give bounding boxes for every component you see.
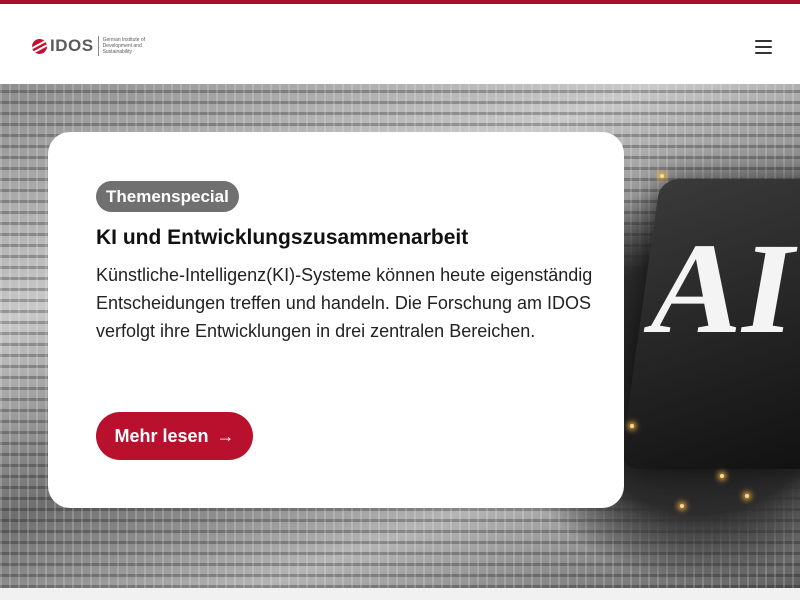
card-title: KI und Entwicklungszusammenarbeit bbox=[96, 226, 469, 249]
topic-badge: Themenspecial bbox=[96, 181, 239, 212]
hamburger-menu-icon[interactable] bbox=[752, 36, 774, 56]
circuit-light bbox=[680, 504, 684, 508]
ai-chip-label: AI bbox=[637, 217, 800, 361]
circuit-light bbox=[660, 174, 664, 178]
site-header: IDOS German Institute of Development and… bbox=[0, 4, 800, 84]
arrow-right-icon: → bbox=[216, 425, 235, 446]
page-bottom-strip bbox=[0, 588, 800, 600]
circuit-light bbox=[720, 474, 724, 478]
logo-text: IDOS bbox=[50, 36, 94, 55]
idos-logo-mark-icon bbox=[32, 38, 47, 54]
idos-logo[interactable]: IDOS German Institute of Development and… bbox=[32, 35, 155, 57]
read-more-button[interactable]: Mehr lesen → bbox=[96, 412, 253, 460]
read-more-label: Mehr lesen bbox=[114, 425, 209, 446]
logo-subtitle: German Institute of Development and Sust… bbox=[102, 37, 146, 55]
circuit-light bbox=[745, 494, 749, 498]
logo-divider bbox=[97, 36, 99, 56]
circuit-light bbox=[630, 424, 634, 428]
card-description: Künstliche-Intelligenz(KI)-Systeme könne… bbox=[96, 265, 593, 341]
